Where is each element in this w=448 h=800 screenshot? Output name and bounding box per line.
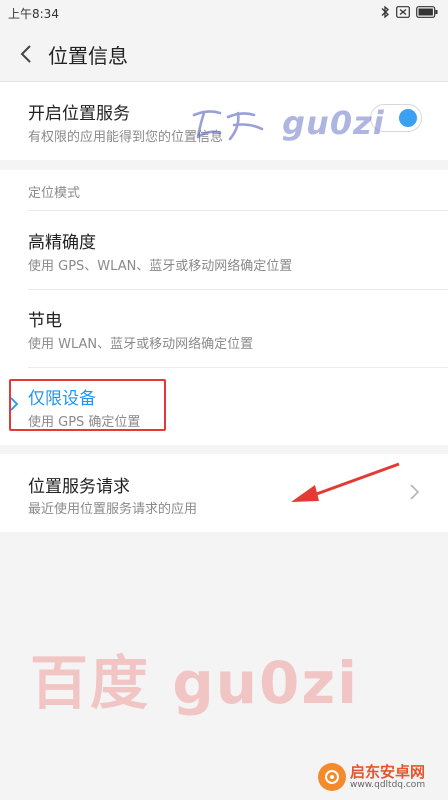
baidu-signature-logo — [192, 110, 264, 141]
site-name: 启东安卓网 — [350, 762, 426, 781]
mode-option-high-accuracy[interactable]: 高精确度 使用 GPS、WLAN、蓝牙或移动网络确定位置 — [0, 211, 448, 289]
location-requests-title: 位置服务请求 — [28, 477, 130, 497]
location-requests-subtitle: 最近使用位置服务请求的应用 — [28, 502, 198, 517]
location-mode-label: 定位模式 — [28, 186, 81, 201]
mode-option-title: 高精确度 — [28, 233, 96, 253]
site-url: www.qdltdq.com — [350, 779, 426, 790]
site-text: 启东安卓网 www.qdltdq.com — [350, 762, 426, 790]
location-service-title: 开启位置服务 — [28, 104, 130, 124]
toggle-knob — [399, 109, 417, 127]
annotation-highlight-box — [9, 379, 166, 431]
bluetooth-icon — [381, 5, 389, 19]
mode-option-subtitle: 使用 GPS、WLAN、蓝牙或移动网络确定位置 — [28, 259, 293, 274]
status-icons — [380, 5, 438, 19]
chevron-left-icon — [20, 45, 31, 63]
app-header: 位置信息 — [0, 26, 448, 82]
annotation-arrow-icon — [291, 462, 400, 502]
watermark-top: gu0zi — [190, 104, 385, 143]
page-title: 位置信息 — [48, 44, 128, 68]
chevron-right-icon — [410, 484, 420, 500]
back-button[interactable] — [10, 38, 42, 70]
mode-option-battery-saving[interactable]: 节电 使用 WLAN、蓝牙或移动网络确定位置 — [0, 290, 448, 367]
mode-option-title: 节电 — [28, 311, 62, 331]
sim-icon — [396, 6, 410, 18]
site-badge: 启东安卓网 www.qdltdq.com — [318, 760, 425, 794]
mode-option-subtitle: 使用 WLAN、蓝牙或移动网络确定位置 — [28, 337, 254, 352]
battery-icon — [416, 6, 438, 18]
watermark-bottom: 百度 gu0zi — [30, 649, 359, 717]
site-logo-icon — [318, 763, 346, 791]
status-time: 上午8:34 — [8, 7, 59, 21]
status-bar: 上午8:34 — [0, 0, 448, 26]
watermark-top-text: gu0zi — [282, 104, 385, 142]
